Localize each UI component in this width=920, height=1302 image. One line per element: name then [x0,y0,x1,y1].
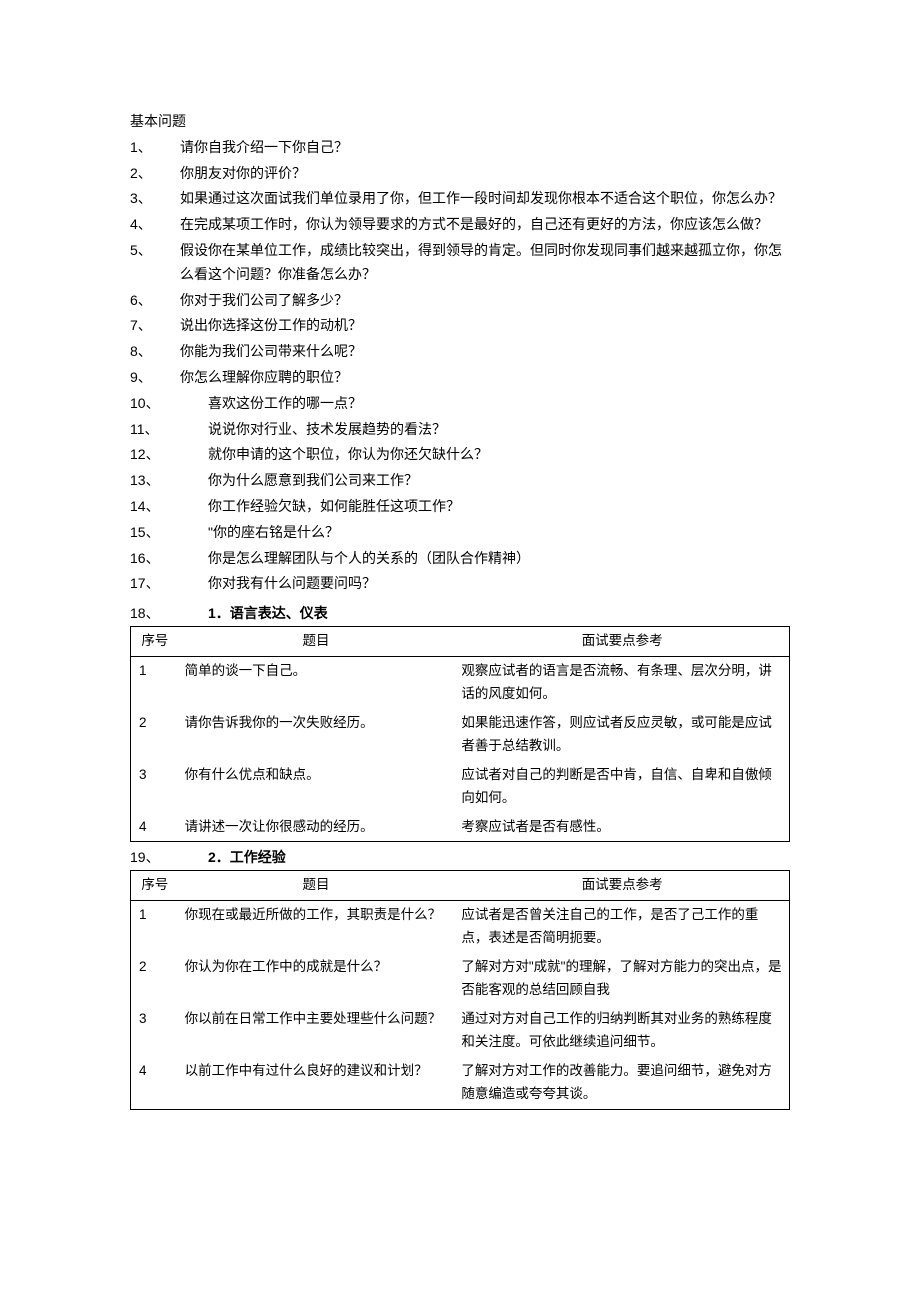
row-point: 了解对方对工作的改善能力。要追问细节，避免对方随意编造或夸夸其谈。 [453,1057,789,1109]
question-item: 16、你是怎么理解团队与个人的关系的（团队合作精神） [130,547,790,571]
table-header: 题目 [177,871,454,901]
question-list: 1、请你自我介绍一下你自己？ 2、你朋友对你的评价？ 3、如果通过这次面试我们单… [130,136,790,596]
question-item: 5、假设你在某单位工作，成绩比较突出，得到领导的肯定。但同时你发现同事们越来越孤… [130,239,790,287]
question-number: 10、 [130,392,208,416]
question-number: 6、 [130,289,180,313]
table-header: 面试要点参考 [453,871,789,901]
question-text: 你怎么理解你应聘的职位？ [180,366,790,390]
question-item: 17、你对我有什么问题要问吗？ [130,572,790,596]
row-question: 你以前在日常工作中主要处理些什么问题？ [177,1005,454,1057]
question-item: 1、请你自我介绍一下你自己？ [130,136,790,160]
question-text: 在完成某项工作时，你认为领导要求的方式不是最好的，自己还有更好的方法，你应该怎么… [180,213,790,237]
row-number: 2 [131,953,177,1005]
row-number: 1 [131,656,177,708]
section-title: 1．语言表达、仪表 [208,602,328,626]
question-text: 喜欢这份工作的哪一点？ [208,392,790,416]
section-2-table: 序号 题目 面试要点参考 1你现在或最近所做的工作，其职责是什么？应试者是否曾关… [130,870,790,1109]
question-number: 2、 [130,162,180,186]
table-row: 1简单的谈一下自己。观察应试者的语言是否流畅、有条理、层次分明，讲话的风度如何。 [131,656,790,708]
question-item: 12、就你申请的这个职位，你认为你还欠缺什么？ [130,443,790,467]
question-number: 1、 [130,136,180,160]
question-item: 14、你工作经验欠缺，如何能胜任这项工作？ [130,495,790,519]
question-item: 3、如果通过这次面试我们单位录用了你，但工作一段时间却发现你根本不适合这个职位，… [130,187,790,211]
row-question: 以前工作中有过什么良好的建议和计划？ [177,1057,454,1109]
question-item: 7、说出你选择这份工作的动机？ [130,314,790,338]
section-2-header: 19、 2．工作经验 [130,846,790,870]
row-number: 4 [131,813,177,842]
question-text: "你的座右铭是什么？ [208,521,790,545]
question-item: 2、你朋友对你的评价？ [130,162,790,186]
row-number: 3 [131,761,177,813]
question-number: 16、 [130,547,208,571]
table-header: 面试要点参考 [453,626,789,656]
row-number: 1 [131,901,177,953]
question-item: 8、你能为我们公司带来什么呢？ [130,340,790,364]
row-question: 简单的谈一下自己。 [177,656,454,708]
question-item: 13、你为什么愿意到我们公司来工作？ [130,469,790,493]
row-question: 你有什么优点和缺点。 [177,761,454,813]
question-text: 你是怎么理解团队与个人的关系的（团队合作精神） [208,547,790,571]
table-row: 4以前工作中有过什么良好的建议和计划？了解对方对工作的改善能力。要追问细节，避免… [131,1057,790,1109]
question-item: 6、你对于我们公司了解多少？ [130,289,790,313]
question-text: 说出你选择这份工作的动机？ [180,314,790,338]
table-row: 3你有什么优点和缺点。应试者对自己的判断是否中肯，自信、自卑和自傲倾向如何。 [131,761,790,813]
row-number: 2 [131,709,177,761]
table-row: 3你以前在日常工作中主要处理些什么问题？通过对方对自己工作的归纳判断其对业务的熟… [131,1005,790,1057]
row-point: 通过对方对自己工作的归纳判断其对业务的熟练程度和关注度。可依此继续追问细节。 [453,1005,789,1057]
question-number: 11、 [130,418,208,442]
question-text: 你对于我们公司了解多少？ [180,289,790,313]
question-item: 9、你怎么理解你应聘的职位？ [130,366,790,390]
question-number: 3、 [130,187,180,211]
table-header: 题目 [177,626,454,656]
question-number: 8、 [130,340,180,364]
row-question: 请你告诉我你的一次失败经历。 [177,709,454,761]
question-text: 你朋友对你的评价？ [180,162,790,186]
question-number: 17、 [130,572,208,596]
question-number: 4、 [130,213,180,237]
row-question: 你认为你在工作中的成就是什么？ [177,953,454,1005]
question-text: 假设你在某单位工作，成绩比较突出，得到领导的肯定。但同时你发现同事们越来越孤立你… [180,239,790,287]
section-number: 18、 [130,602,208,626]
question-number: 5、 [130,239,180,287]
question-text: 你对我有什么问题要问吗？ [208,572,790,596]
row-point: 考察应试者是否有感性。 [453,813,789,842]
row-point: 了解对方对"成就"的理解，了解对方能力的突出点，是否能客观的总结回顾自我 [453,953,789,1005]
question-item: 11、说说你对行业、技术发展趋势的看法？ [130,418,790,442]
question-number: 7、 [130,314,180,338]
section-title: 2．工作经验 [208,846,286,870]
question-number: 15、 [130,521,208,545]
question-number: 12、 [130,443,208,467]
question-item: 15、"你的座右铭是什么？ [130,521,790,545]
question-number: 9、 [130,366,180,390]
row-number: 4 [131,1057,177,1109]
question-text: 请你自我介绍一下你自己？ [180,136,790,160]
question-text: 你能为我们公司带来什么呢？ [180,340,790,364]
document-title: 基本问题 [130,110,790,134]
row-number: 3 [131,1005,177,1057]
question-text: 就你申请的这个职位，你认为你还欠缺什么？ [208,443,790,467]
row-point: 如果能迅速作答，则应试者反应灵敏，或可能是应试者善于总结教训。 [453,709,789,761]
row-question: 你现在或最近所做的工作，其职责是什么？ [177,901,454,953]
table-row: 4请讲述一次让你很感动的经历。考察应试者是否有感性。 [131,813,790,842]
row-point: 应试者对自己的判断是否中肯，自信、自卑和自傲倾向如何。 [453,761,789,813]
question-text: 你工作经验欠缺，如何能胜任这项工作？ [208,495,790,519]
question-number: 14、 [130,495,208,519]
row-point: 应试者是否曾关注自己的工作，是否了己工作的重点，表述是否简明扼要。 [453,901,789,953]
question-text: 你为什么愿意到我们公司来工作？ [208,469,790,493]
row-point: 观察应试者的语言是否流畅、有条理、层次分明，讲话的风度如何。 [453,656,789,708]
table-row: 2你认为你在工作中的成就是什么？了解对方对"成就"的理解，了解对方能力的突出点，… [131,953,790,1005]
question-item: 4、在完成某项工作时，你认为领导要求的方式不是最好的，自己还有更好的方法，你应该… [130,213,790,237]
question-item: 10、喜欢这份工作的哪一点？ [130,392,790,416]
question-number: 13、 [130,469,208,493]
question-text: 说说你对行业、技术发展趋势的看法？ [208,418,790,442]
row-question: 请讲述一次让你很感动的经历。 [177,813,454,842]
table-header: 序号 [131,871,177,901]
table-row: 2请你告诉我你的一次失败经历。如果能迅速作答，则应试者反应灵敏，或可能是应试者善… [131,709,790,761]
question-text: 如果通过这次面试我们单位录用了你，但工作一段时间却发现你根本不适合这个职位，你怎… [180,187,790,211]
table-header: 序号 [131,626,177,656]
section-1-header: 18、 1．语言表达、仪表 [130,602,790,626]
table-row: 1你现在或最近所做的工作，其职责是什么？应试者是否曾关注自己的工作，是否了己工作… [131,901,790,953]
section-number: 19、 [130,846,208,870]
section-1-table: 序号 题目 面试要点参考 1简单的谈一下自己。观察应试者的语言是否流畅、有条理、… [130,626,790,843]
